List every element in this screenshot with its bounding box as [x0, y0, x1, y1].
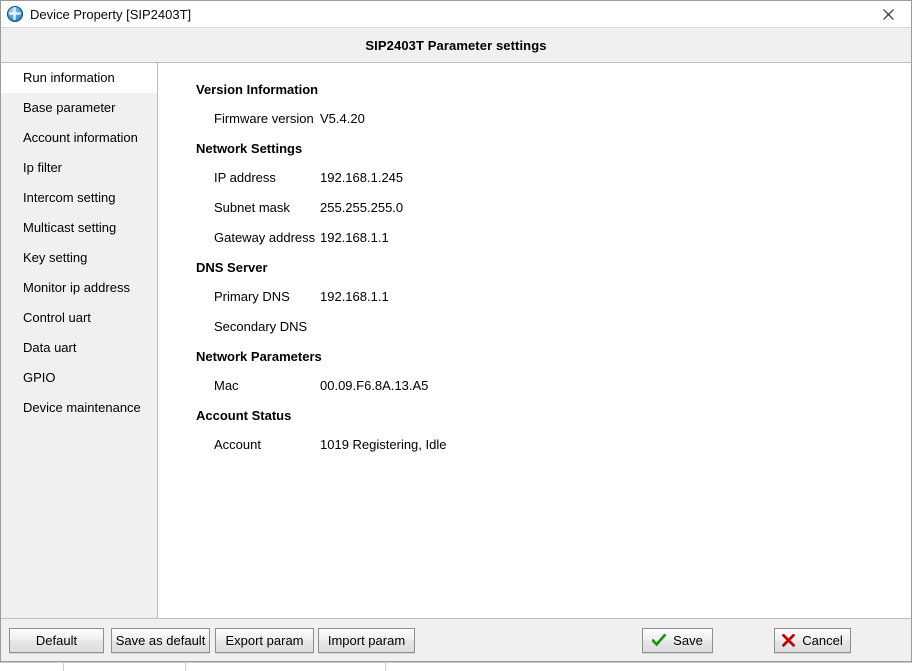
- info-row-label: Subnet mask: [214, 200, 290, 215]
- export-param-button[interactable]: Export param: [215, 628, 314, 653]
- run-information-panel: Version Information Firmware version V5.4.…: [158, 63, 911, 618]
- info-row: Mac 00.09.F6.8A.13.A5: [158, 371, 911, 401]
- sidebar-item-label: Device maintenance: [23, 400, 141, 415]
- save-as-default-button[interactable]: Save as default: [111, 628, 210, 653]
- info-row-label: IP address: [214, 170, 276, 185]
- background-bottom-cell: [40, 663, 64, 671]
- sidebar-item-base-parameter[interactable]: Base parameter: [1, 93, 157, 123]
- sidebar-item-label: Monitor ip address: [23, 280, 130, 295]
- info-row-label: Gateway address: [214, 230, 316, 245]
- export-param-button-label: Export param: [225, 633, 304, 648]
- info-row-value: 192.168.1.1: [320, 230, 389, 245]
- sidebar-item-label: Key setting: [23, 250, 88, 265]
- group-heading: DNS Server: [196, 260, 268, 275]
- page-title: SIP2403T Parameter settings: [365, 37, 547, 53]
- info-row: Subnet mask 255.255.255.0: [158, 193, 911, 223]
- cross-icon: [782, 634, 796, 647]
- background-bottom-cell: [186, 663, 386, 671]
- window-title: Device Property [SIP2403T]: [30, 6, 192, 22]
- sidebar-item-data-uart[interactable]: Data uart: [1, 333, 157, 363]
- save-button[interactable]: Save: [642, 628, 713, 653]
- group-heading: Network Parameters: [196, 349, 322, 364]
- sidebar-item-label: Ip filter: [23, 160, 63, 175]
- cancel-button-label: Cancel: [802, 633, 843, 648]
- close-icon[interactable]: [866, 1, 911, 27]
- settings-sidebar: Run information Base parameter Account inf…: [1, 63, 158, 618]
- sidebar-item-label: Account information: [23, 130, 138, 145]
- sidebar-item-run-information[interactable]: Run information: [1, 63, 157, 93]
- sidebar-item-label: Base parameter: [23, 100, 116, 115]
- title-bar: Device Property [SIP2403T]: [1, 1, 911, 28]
- sidebar-item-label: Multicast setting: [23, 220, 117, 235]
- sidebar-item-account-information[interactable]: Account information: [1, 123, 157, 153]
- sidebar-item-ip-filter[interactable]: Ip filter: [1, 153, 157, 183]
- info-row-value: 1019 Registering, Idle: [320, 437, 447, 452]
- info-row-label: Secondary DNS: [214, 319, 308, 334]
- import-param-button-label: Import param: [327, 633, 406, 648]
- info-row: Secondary DNS: [158, 312, 911, 342]
- info-row-value: [320, 312, 911, 342]
- group-heading: Network Settings: [196, 141, 303, 156]
- info-row-value: 192.168.1.1: [320, 289, 389, 304]
- save-button-label: Save: [673, 633, 703, 648]
- save-as-default-button-label: Save as default: [115, 633, 206, 648]
- info-row-label: Account: [214, 437, 261, 452]
- info-row-value: 192.168.1.245: [320, 170, 404, 185]
- info-row-label: Primary DNS: [214, 289, 290, 304]
- info-row: Gateway address 192.168.1.1: [158, 223, 911, 253]
- info-row-value: 00.09.F6.8A.13.A5: [320, 378, 429, 393]
- dialog-header: SIP2403T Parameter settings: [1, 28, 911, 63]
- sidebar-item-label: Data uart: [23, 340, 77, 355]
- sidebar-item-device-maintenance[interactable]: Device maintenance: [1, 393, 157, 423]
- info-row-value: V5.4.20: [320, 111, 365, 126]
- dialog-footer: Default Save as default Export param Imp…: [1, 619, 911, 661]
- cancel-button[interactable]: Cancel: [774, 628, 851, 653]
- sidebar-item-label: Control uart: [23, 310, 91, 325]
- sidebar-item-label: Intercom setting: [23, 190, 116, 205]
- info-row: Account 1019 Registering, Idle: [158, 430, 911, 460]
- sidebar-item-gpio[interactable]: GPIO: [1, 363, 157, 393]
- group-heading: Version Information: [196, 82, 319, 97]
- import-param-button[interactable]: Import param: [318, 628, 415, 653]
- sidebar-item-label: Run information: [23, 70, 115, 85]
- sidebar-item-monitor-ip-address[interactable]: Monitor ip address: [1, 273, 157, 303]
- info-row-value: 255.255.255.0: [320, 200, 404, 215]
- group-heading: Account Status: [196, 408, 292, 423]
- background-bottom-cell: [64, 663, 186, 671]
- dialog-body: Run information Base parameter Account inf…: [1, 63, 911, 619]
- info-row: IP address 192.168.1.245: [158, 163, 911, 193]
- sidebar-item-control-uart[interactable]: Control uart: [1, 303, 157, 333]
- globe-network-icon: [7, 6, 23, 22]
- info-row: Firmware version V5.4.20: [158, 104, 911, 134]
- default-button-label: Default: [35, 633, 78, 648]
- info-row-label: Firmware version: [214, 111, 314, 126]
- check-icon: [652, 634, 667, 647]
- default-button[interactable]: Default: [9, 628, 104, 653]
- device-property-dialog: Device Property [SIP2403T] SIP2403T Para…: [0, 0, 912, 662]
- sidebar-item-key-setting[interactable]: Key setting: [1, 243, 157, 273]
- sidebar-item-multicast-setting[interactable]: Multicast setting: [1, 213, 157, 243]
- sidebar-item-intercom-setting[interactable]: Intercom setting: [1, 183, 157, 213]
- sidebar-item-label: GPIO: [23, 370, 56, 385]
- info-row: Primary DNS 192.168.1.1: [158, 282, 911, 312]
- info-row-label: Mac: [214, 378, 239, 393]
